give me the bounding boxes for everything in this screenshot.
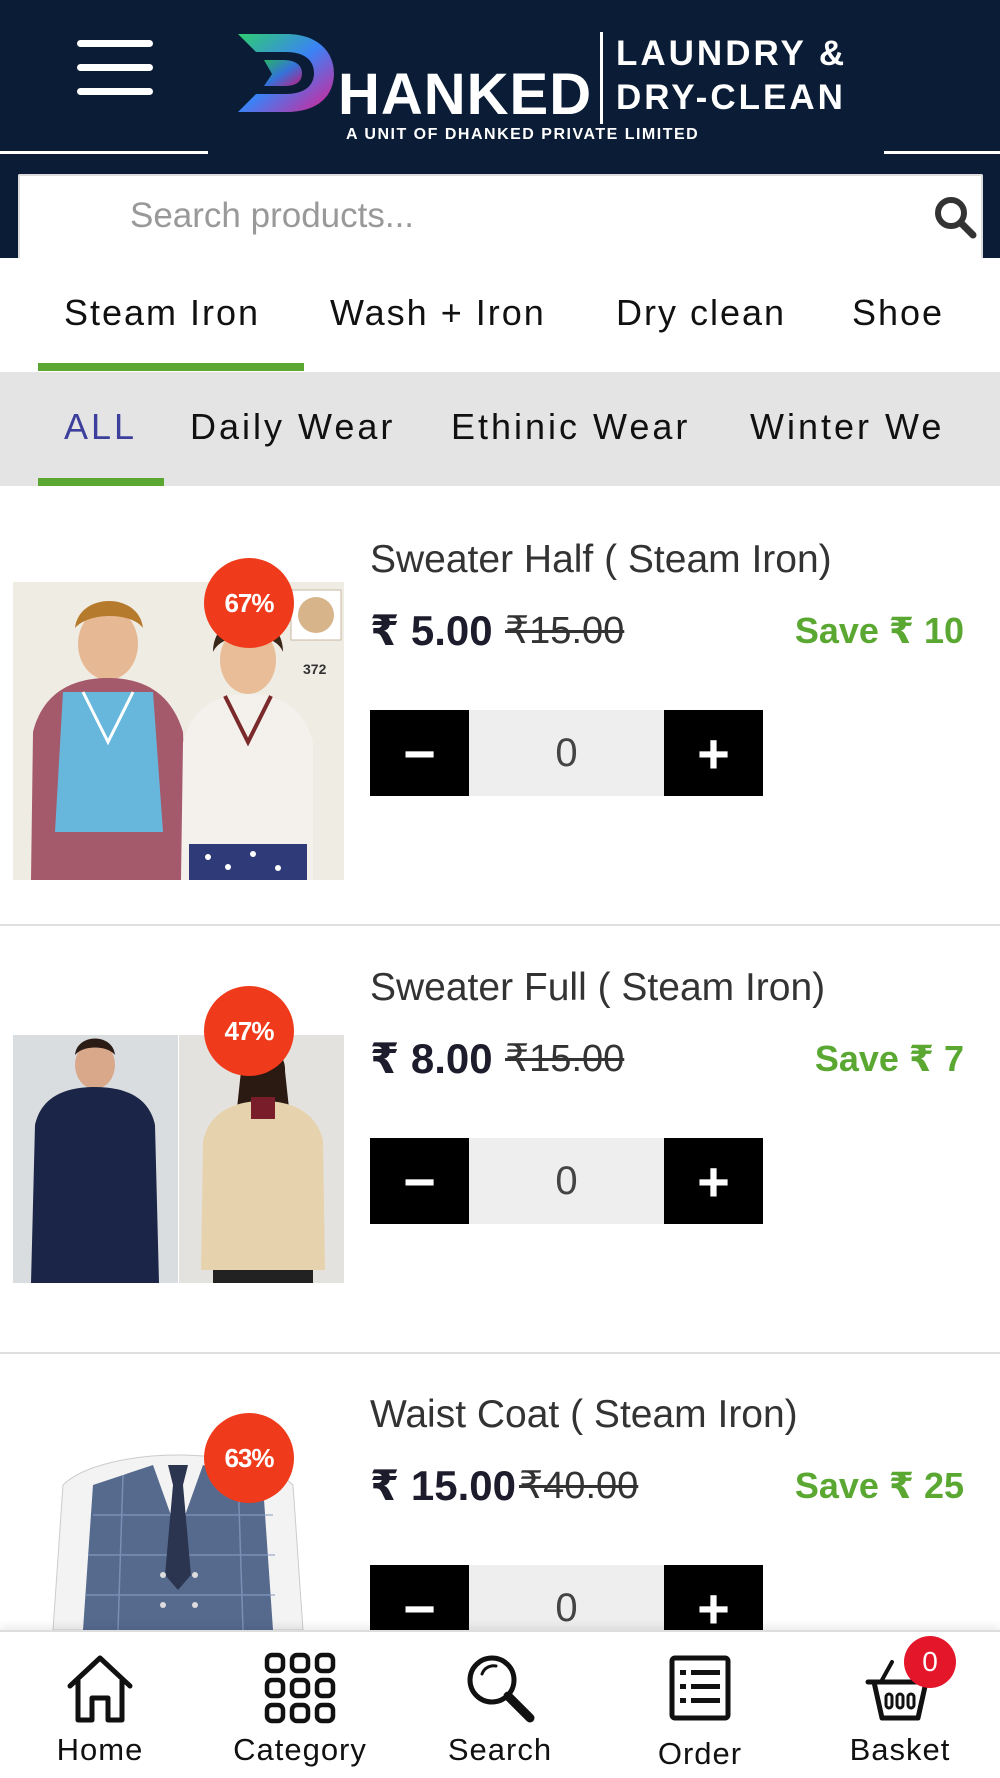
decrease-quantity-button[interactable]: − xyxy=(370,710,469,796)
product-card: 372 67% Sweater Half ( Steam Iron) ₹ 5.0… xyxy=(0,500,1000,926)
home-icon xyxy=(67,1655,133,1723)
product-mrp: ₹15.00 xyxy=(505,610,625,652)
product-price: ₹ 15.00 xyxy=(370,1462,516,1509)
category-tab-winter-wear[interactable]: Winter We xyxy=(750,406,944,448)
search-bar xyxy=(18,174,983,258)
search-icon xyxy=(467,1655,535,1723)
nav-basket-label: Basket xyxy=(849,1732,951,1767)
nav-order-label: Order xyxy=(657,1736,743,1771)
brand-subtitle: A UNIT OF DHANKED PRIVATE LIMITED xyxy=(346,126,700,143)
quantity-field[interactable] xyxy=(469,1138,664,1224)
product-image[interactable] xyxy=(13,1035,344,1283)
brand-tagline: LAUNDRY & DRY-CLEAN xyxy=(616,32,847,120)
product-name[interactable]: Waist Coat ( Steam Iron) xyxy=(370,1393,798,1437)
header-divider-left xyxy=(0,151,208,154)
brand-logo[interactable]: HANKED LAUNDRY & DRY-CLEAN A UNIT OF DHA… xyxy=(234,28,864,150)
search-input[interactable] xyxy=(130,192,910,240)
tab-dry-clean[interactable]: Dry clean xyxy=(616,292,786,334)
product-name[interactable]: Sweater Full ( Steam Iron) xyxy=(370,966,825,1010)
active-category-indicator xyxy=(38,478,164,486)
product-mrp: ₹40.00 xyxy=(519,1465,639,1507)
increase-quantity-button[interactable]: + xyxy=(664,710,763,796)
tab-wash-iron[interactable]: Wash + Iron xyxy=(330,292,546,334)
discount-badge: 63% xyxy=(204,1413,294,1503)
brand-name: HANKED xyxy=(338,62,593,127)
increase-quantity-button[interactable]: + xyxy=(664,1138,763,1224)
product-savings: Save ₹ 10 xyxy=(794,610,964,651)
app-header: HANKED LAUNDRY & DRY-CLEAN A UNIT OF DHA… xyxy=(0,0,1000,258)
product-price: ₹ 5.00 xyxy=(370,607,493,654)
brand-tagline-line1: LAUNDRY & xyxy=(616,34,848,73)
product-mrp: ₹15.00 xyxy=(505,1038,625,1080)
active-tab-indicator xyxy=(38,363,304,371)
nav-home[interactable]: Home xyxy=(10,1646,190,1776)
nav-order[interactable]: Order xyxy=(610,1646,790,1776)
tab-steam-iron[interactable]: Steam Iron xyxy=(64,292,260,334)
logo-divider xyxy=(600,32,603,124)
nav-basket[interactable]: Basket xyxy=(810,1646,990,1776)
discount-badge: 47% xyxy=(204,986,294,1076)
grid-icon xyxy=(264,1652,336,1724)
search-icon[interactable] xyxy=(932,194,978,240)
bottom-navigation: Home Category Search Order Basket xyxy=(0,1630,1000,1778)
product-image[interactable] xyxy=(13,1425,344,1630)
decrease-quantity-button[interactable]: − xyxy=(370,1138,469,1224)
product-price: ₹ 8.00 xyxy=(370,1035,493,1082)
logo-d-mark-icon xyxy=(238,34,334,112)
menu-icon[interactable] xyxy=(77,40,153,96)
category-tab-all[interactable]: ALL xyxy=(64,406,137,448)
nav-search[interactable]: Search xyxy=(410,1646,590,1776)
category-tabs: ALL Daily Wear Ethinic Wear Winter We xyxy=(0,372,1000,486)
header-divider-right xyxy=(884,151,1000,154)
product-image[interactable]: 372 xyxy=(13,582,344,880)
product-card: 47% Sweater Full ( Steam Iron) ₹ 8.00 ₹1… xyxy=(0,928,1000,1354)
category-tab-daily-wear[interactable]: Daily Wear xyxy=(190,406,395,448)
brand-tagline-line2: DRY-CLEAN xyxy=(616,78,846,117)
quantity-field[interactable] xyxy=(469,710,664,796)
category-tab-ethnic-wear[interactable]: Ethinic Wear xyxy=(451,406,690,448)
product-name[interactable]: Sweater Half ( Steam Iron) xyxy=(370,538,832,582)
nav-search-label: Search xyxy=(447,1732,553,1767)
tab-shoe[interactable]: Shoe xyxy=(852,292,944,334)
product-savings: Save ₹ 25 xyxy=(794,1465,964,1506)
image-watermark-number: 372 xyxy=(303,661,327,677)
nav-category[interactable]: Category xyxy=(210,1646,390,1776)
service-tabs: Steam Iron Wash + Iron Dry clean Shoe xyxy=(0,258,1000,372)
basket-count-badge: 0 xyxy=(904,1636,956,1688)
order-list-icon xyxy=(669,1655,731,1721)
discount-badge: 67% xyxy=(204,558,294,648)
nav-category-label: Category xyxy=(233,1732,367,1767)
product-savings: Save ₹ 7 xyxy=(814,1038,964,1079)
nav-home-label: Home xyxy=(56,1732,144,1767)
